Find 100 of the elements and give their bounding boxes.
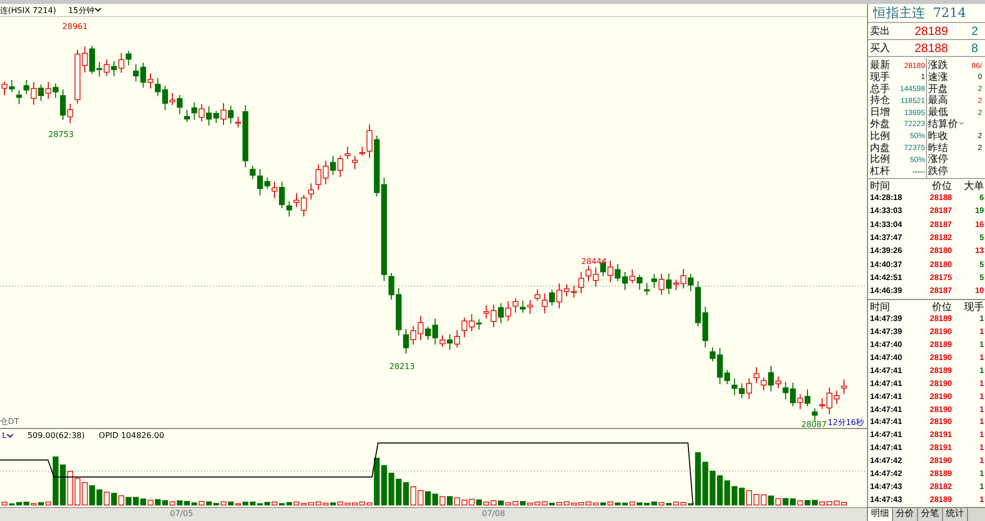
price-cell-text: 28191 <box>928 443 952 452</box>
size-cell-text: 5 <box>978 260 984 269</box>
price-cell-text: 28190 <box>928 404 952 414</box>
size-cell-text: 1 <box>978 417 984 426</box>
time-cell-text: 14:47:43 <box>870 494 904 504</box>
date-label: 07/08 <box>482 509 506 518</box>
countdown-label: 12分16秒 <box>828 418 864 428</box>
indicator-dropdown[interactable]: L <box>2 431 14 440</box>
field-label: 总手 <box>870 82 891 95</box>
date-label: 07/05 <box>170 509 194 518</box>
period-dropdown[interactable]: 15分钟 <box>68 4 102 16</box>
quote-size: 2 <box>970 24 978 38</box>
time-cell-text: 14:47:43 <box>870 482 904 491</box>
price-label: 28753 <box>48 130 74 140</box>
time-cell-text: 14:42:51 <box>870 272 904 282</box>
time-cell-text: 14:47:41 <box>870 366 904 375</box>
field-label: 涨跌 <box>928 58 949 72</box>
price-cell-text: 28187 <box>928 206 952 216</box>
contract-name: 恒指主连 <box>873 5 925 22</box>
symbol-label: 连(HSIX 7214) <box>0 4 56 16</box>
price-cell-text: 28189 <box>928 494 952 504</box>
time-cell-text: 14:47:40 <box>870 352 904 362</box>
field-label: 现手 <box>870 70 891 84</box>
field-label: 比例 <box>870 130 891 142</box>
price-cell-text: 28187 <box>928 220 952 229</box>
panel-tab[interactable]: 统计 <box>943 508 968 521</box>
panel-tab[interactable]: 分价 <box>893 508 918 521</box>
field-label: 持仓 <box>870 94 891 107</box>
time-cell-text: 14:46:39 <box>870 286 904 296</box>
time-cell-text: 14:47:39 <box>870 314 904 324</box>
size-cell-text: 1 <box>978 352 984 362</box>
size-cell-text: 1 <box>978 482 984 491</box>
field-label: 速涨 <box>928 70 949 84</box>
time-cell-text: 14:47:41 <box>870 404 904 414</box>
column-header: 时间 <box>870 300 891 314</box>
panel-tab[interactable]: 分笔 <box>918 508 943 521</box>
price-label: 28961 <box>62 22 88 32</box>
price-cell-text: 28191 <box>928 430 952 440</box>
indicator-label: 仓DT <box>0 417 20 426</box>
size-cell-text: 6 <box>978 193 984 202</box>
field-label: 昨结 <box>928 142 949 154</box>
size-cell-text: 5 <box>978 272 984 282</box>
price-cell-text: 28188 <box>928 193 952 202</box>
price-cell-text: 28175 <box>928 272 952 282</box>
column-header: 现手 <box>963 300 984 314</box>
time-cell-text: 14:47:40 <box>870 340 904 350</box>
time-cell-text: 14:47:41 <box>870 392 904 401</box>
time-cell-text: 14:33:04 <box>870 220 904 229</box>
field-label: 最高 <box>928 94 949 107</box>
column-header: 价位 <box>931 180 952 193</box>
price-label: 28444 <box>581 257 607 266</box>
size-cell-text: 1 <box>978 314 984 324</box>
price-cell-text: 28182 <box>928 233 952 242</box>
quote-price: 28188 <box>914 41 948 55</box>
time-cell-text: 14:37:47 <box>870 233 904 242</box>
field-label: 最低 <box>928 106 949 118</box>
column-header: 大单 <box>963 180 984 193</box>
time-cell-text: 14:47:42 <box>870 456 904 466</box>
size-cell-text: 1 <box>978 494 984 504</box>
size-cell-text: 1 <box>978 340 984 350</box>
quote-label: 卖出 <box>870 24 891 38</box>
price-cell-text: 28190 <box>928 378 952 388</box>
time-cell-text: 14:47:41 <box>870 430 904 440</box>
time-cell-text: 14:47:41 <box>870 417 904 426</box>
opid-reading: OPID 104826.00 <box>98 431 164 440</box>
time-cell-text: 14:47:42 <box>870 468 904 478</box>
price-cell-text: 28180 <box>928 246 952 256</box>
field-label[interactable]: 结算价 <box>928 116 958 131</box>
price-cell-text: 28190 <box>928 456 952 466</box>
field-label: 跌停 <box>928 164 949 178</box>
price-cell-text: 28189 <box>928 468 952 478</box>
size-cell-text: 19 <box>974 206 984 216</box>
field-label: 外盘 <box>870 118 891 130</box>
size-cell-text: 1 <box>978 456 984 466</box>
contract-code: 7214 <box>933 6 966 20</box>
size-cell-text: 13 <box>974 246 984 256</box>
price-label: 28213 <box>389 362 415 372</box>
field-label: 昨收 <box>928 130 949 142</box>
column-header: 时间 <box>870 180 891 193</box>
field-label: 日增 <box>870 106 891 119</box>
quote-label: 买入 <box>870 42 891 55</box>
size-cell-text: 10 <box>974 286 984 296</box>
indicator-reading: 509.00(62:38) <box>27 431 85 440</box>
time-cell-text: 14:40:37 <box>870 260 904 269</box>
price-cell-text: 28190 <box>928 352 952 362</box>
panel-tab[interactable]: 明细 <box>868 508 893 521</box>
size-cell-text: 5 <box>978 233 984 242</box>
field-label: 比例 <box>870 152 891 166</box>
time-cell-text: 14:47:41 <box>870 378 904 388</box>
price-cell-text: 28189 <box>928 366 952 375</box>
price-cell-text: 28190 <box>928 417 952 426</box>
size-cell-text: 1 <box>978 366 984 375</box>
quote-price: 28189 <box>914 24 948 38</box>
size-cell-text: 1 <box>978 430 984 440</box>
field-label: 最新 <box>870 58 891 72</box>
price-cell-text: 28190 <box>928 392 952 401</box>
caret-icon <box>95 8 102 12</box>
size-cell-text: 1 <box>978 378 984 388</box>
size-cell-text: 1 <box>978 443 984 452</box>
field-label: 内盘 <box>870 142 891 154</box>
